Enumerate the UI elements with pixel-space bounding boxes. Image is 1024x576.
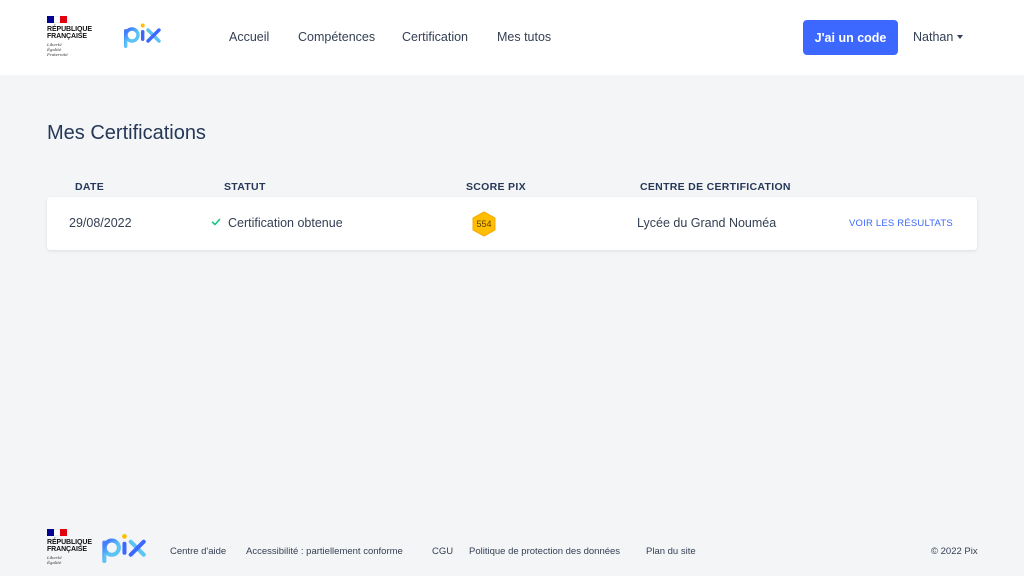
gov-name-line1: RÉPUBLIQUE xyxy=(47,26,92,33)
cell-centre: Lycée du Grand Nouméa xyxy=(637,216,777,230)
republique-francaise-logo[interactable]: RÉPUBLIQUE FRANÇAISE Liberté Égalité Fra… xyxy=(47,16,95,60)
footer-gov-name-line1: RÉPUBLIQUE xyxy=(47,539,92,546)
site-header: RÉPUBLIQUE FRANÇAISE Liberté Égalité Fra… xyxy=(0,0,1024,75)
nav-accueil[interactable]: Accueil xyxy=(229,30,269,44)
footer-gov-motto: Liberté Égalité xyxy=(47,555,95,565)
score-value: 554 xyxy=(476,219,492,229)
column-header-statut: STATUT xyxy=(224,181,266,193)
footer-centre-aide-link[interactable]: Centre d'aide xyxy=(170,546,226,557)
nav-competences[interactable]: Compétences xyxy=(298,30,375,44)
page-title: Mes Certifications xyxy=(47,122,206,144)
footer-plan-du-site-link[interactable]: Plan du site xyxy=(646,546,696,557)
footer-accessibilite-link[interactable]: Accessibilité : partiellement conforme xyxy=(246,546,403,557)
cell-date: 29/08/2022 xyxy=(69,216,132,230)
pix-logo[interactable]: pix xyxy=(122,22,166,52)
footer-republique-francaise-logo[interactable]: RÉPUBLIQUE FRANÇAISE Liberté Égalité xyxy=(47,529,95,573)
table-row: 29/08/2022 Certification obtenue 554 Lyc… xyxy=(47,197,977,250)
column-header-score: SCORE PIX xyxy=(466,181,526,193)
nav-mes-tutos[interactable]: Mes tutos xyxy=(497,30,551,44)
gov-name-line2: FRANÇAISE xyxy=(47,33,87,40)
gov-motto: Liberté Égalité Fraternité xyxy=(47,42,95,57)
footer-protection-donnees-link[interactable]: Politique de protection des données xyxy=(469,546,620,557)
nav-certification[interactable]: Certification xyxy=(402,30,468,44)
copyright: © 2022 Pix xyxy=(931,546,978,557)
footer-pix-logo[interactable]: pix xyxy=(100,532,152,568)
user-menu[interactable]: Nathan xyxy=(913,30,964,44)
footer-gov-motto-line2: Égalité xyxy=(47,560,62,565)
check-icon xyxy=(211,218,221,226)
footer-gov-name-line2: FRANÇAISE xyxy=(47,546,87,553)
user-name: Nathan xyxy=(913,30,954,44)
score-badge: 554 xyxy=(471,211,497,237)
gov-motto-line3: Fraternité xyxy=(47,52,68,57)
cell-status: Certification obtenue xyxy=(228,216,343,230)
column-header-date: DATE xyxy=(75,181,105,193)
column-header-centre: CENTRE DE CERTIFICATION xyxy=(640,181,791,193)
voir-les-resultats-link[interactable]: VOIR LES RÉSULTATS xyxy=(849,218,953,229)
footer-cgu-link[interactable]: CGU xyxy=(432,546,453,557)
caret-down-icon xyxy=(957,35,964,39)
jai-un-code-button[interactable]: J'ai un code xyxy=(803,20,898,55)
footer-french-flag-icon xyxy=(47,529,68,536)
french-flag-icon xyxy=(47,16,68,23)
